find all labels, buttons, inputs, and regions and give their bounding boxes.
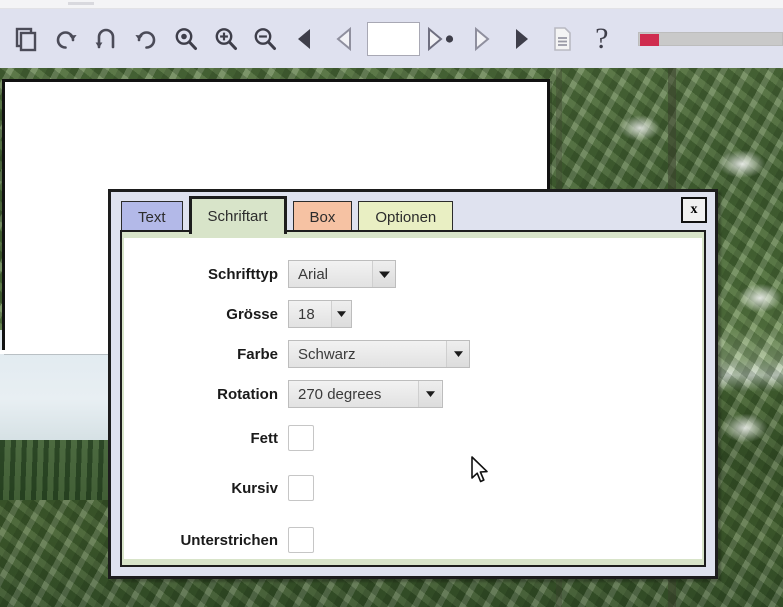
document-icon[interactable] <box>542 13 582 65</box>
close-icon[interactable]: x <box>681 197 707 223</box>
window-grip <box>68 2 94 5</box>
tab-box[interactable]: Box <box>292 201 353 233</box>
schrifttyp-value: Arial <box>298 265 329 283</box>
form-row-rotation: Rotation 270 degrees <box>124 374 702 414</box>
form-row-unterstrichen: Unterstrichen <box>124 514 702 566</box>
chevron-down-icon <box>446 341 469 367</box>
zoom-in-icon[interactable] <box>206 13 246 65</box>
rotation-select[interactable]: 270 degrees <box>288 380 443 408</box>
tab-optionen[interactable]: Optionen <box>358 201 454 233</box>
label-farbe: Farbe <box>237 345 278 363</box>
zoom-out-icon[interactable] <box>246 13 286 65</box>
next-page-icon[interactable] <box>422 13 462 65</box>
help-label: ? <box>595 21 609 55</box>
progress-bar-track <box>637 31 783 46</box>
fett-checkbox[interactable] <box>288 425 314 451</box>
rotation-value: 270 degrees <box>298 385 382 403</box>
form-row-fett: Fett <box>124 414 702 462</box>
label-kursiv: Kursiv <box>231 479 278 497</box>
form-row-groesse: Grösse 18 <box>124 294 702 334</box>
close-label: x <box>690 202 698 217</box>
label-schrifttyp: Schrifttyp <box>207 265 278 283</box>
farbe-value: Schwarz <box>298 345 356 363</box>
tab-optionen-label: Optionen <box>375 209 437 226</box>
zoom-actual-icon[interactable] <box>166 13 206 65</box>
tab-schriftart[interactable]: Schriftart <box>188 196 287 234</box>
unterstrichen-checkbox[interactable] <box>288 527 314 553</box>
font-settings-form: Schrifttyp Arial Grösse 18 Farbe Schwarz… <box>124 238 702 566</box>
label-unterstrichen: Unterstrichen <box>180 531 278 549</box>
rotate-ccw-icon[interactable] <box>46 13 86 65</box>
kursiv-checkbox[interactable] <box>288 475 314 501</box>
dialog-tab-strip: Text Schriftart Box Optionen x <box>111 192 715 234</box>
groesse-value: 18 <box>298 305 315 323</box>
label-fett: Fett <box>250 429 279 447</box>
page-number-input[interactable] <box>367 21 421 56</box>
font-settings-dialog: Text Schriftart Box Optionen x Schriftty… <box>108 189 718 579</box>
tab-text-label: Text <box>138 209 166 226</box>
chevron-down-icon <box>418 381 441 407</box>
label-groesse: Grösse <box>226 305 278 323</box>
last-page-icon[interactable] <box>462 13 502 65</box>
previous-page-icon[interactable] <box>325 13 365 65</box>
form-row-farbe: Farbe Schwarz <box>124 334 702 374</box>
chevron-down-icon <box>372 261 395 287</box>
schrifttyp-select[interactable]: Arial <box>288 260 396 288</box>
main-toolbar: ? <box>0 9 783 68</box>
tab-box-label: Box <box>309 209 336 226</box>
document-canvas[interactable]: Text Schriftart Box Optionen x Schriftty… <box>0 68 783 607</box>
copy-page-icon[interactable] <box>6 13 46 65</box>
dialog-content: Schrifttyp Arial Grösse 18 Farbe Schwarz… <box>124 238 702 559</box>
rotate-cw-icon[interactable] <box>126 13 166 65</box>
groesse-select[interactable]: 18 <box>288 300 352 328</box>
chevron-down-icon <box>330 301 351 327</box>
label-rotation: Rotation <box>217 385 278 403</box>
application-window: ? Text Schriftart Box Optionen x Schrift… <box>0 0 783 607</box>
dialog-panel: Schrifttyp Arial Grösse 18 Farbe Schwarz… <box>120 230 706 567</box>
window-top-strip <box>0 0 783 9</box>
farbe-select[interactable]: Schwarz <box>288 340 470 368</box>
help-button[interactable]: ? <box>582 13 622 65</box>
goto-end-icon[interactable] <box>502 13 542 65</box>
first-page-icon[interactable] <box>285 13 325 65</box>
form-row-schrifttyp: Schrifttyp Arial <box>124 254 702 294</box>
page-sheet-edge <box>0 350 118 354</box>
tab-schriftart-label: Schriftart <box>207 208 268 225</box>
tab-text[interactable]: Text <box>121 201 183 233</box>
undo-icon[interactable] <box>86 13 126 65</box>
form-row-kursiv: Kursiv <box>124 462 702 514</box>
progress-bar-fill <box>639 33 659 46</box>
